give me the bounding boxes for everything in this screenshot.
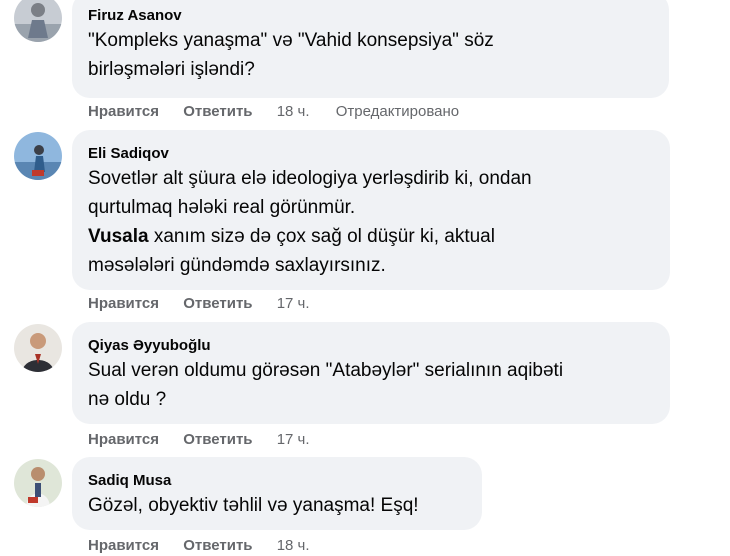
timestamp[interactable]: 17 ч. [277, 431, 310, 448]
reply-link[interactable]: Ответить [183, 537, 252, 554]
comment-actions: Нравится Ответить 17 ч. [88, 430, 332, 450]
comment-text-line: Vusala xanım sizə də çox sağ ol düşür ki… [88, 222, 652, 251]
avatar[interactable] [14, 324, 62, 372]
profile-photo-icon [14, 0, 62, 42]
author-name[interactable]: Qiyas Əyyuboğlu [88, 336, 652, 356]
comment-bubble: Eli Sadiqov Sovetlər alt şüura elə ideol… [72, 130, 670, 290]
author-name[interactable]: Sadiq Musa [88, 471, 464, 491]
comment-bubble: Qiyas Əyyuboğlu Sual verən oldumu görəsə… [72, 322, 670, 424]
timestamp[interactable]: 17 ч. [277, 295, 310, 312]
edited-label[interactable]: Отредактировано [336, 103, 459, 120]
like-link[interactable]: Нравится [88, 103, 159, 120]
avatar[interactable] [14, 459, 62, 507]
profile-photo-icon [14, 324, 62, 372]
comment-text-line: məsələləri gündəmdə saxlayırsınız. [88, 255, 386, 276]
comment-text-line: Sovetlər alt şüura elə ideologiya yerləş… [88, 168, 532, 189]
comment-actions: Нравится Ответить 18 ч. [88, 536, 332, 556]
avatar[interactable] [14, 0, 62, 42]
author-name[interactable]: Firuz Asanov [88, 6, 651, 26]
user-mention-link[interactable]: Vusala [88, 226, 149, 247]
comment-bubble: Firuz Asanov "Kompleks yanaşma" və "Vahi… [72, 0, 669, 98]
comment-text-line: Gözəl, obyektiv təhlil və yanaşma! Eşq! [88, 495, 419, 516]
reply-link[interactable]: Ответить [183, 103, 252, 120]
author-name[interactable]: Eli Sadiqov [88, 144, 652, 164]
profile-photo-icon [14, 459, 62, 507]
like-link[interactable]: Нравится [88, 537, 159, 554]
comment-text-line: birləşmələri işləndi? [88, 59, 255, 80]
comment-text-line: qurtulmaq hələki real görünmür. [88, 197, 356, 218]
reply-link[interactable]: Ответить [183, 295, 252, 312]
avatar[interactable] [14, 132, 62, 180]
like-link[interactable]: Нравится [88, 295, 159, 312]
timestamp[interactable]: 18 ч. [277, 537, 310, 554]
comment-actions: Нравится Ответить 18 ч. Отредактировано [88, 102, 459, 122]
profile-photo-icon [14, 132, 62, 180]
comment-actions: Нравится Ответить 17 ч. [88, 294, 332, 314]
like-link[interactable]: Нравится [88, 431, 159, 448]
reply-link[interactable]: Ответить [183, 431, 252, 448]
comment-text-fragment: xanım sizə də çox sağ ol düşür ki, aktua… [148, 226, 495, 247]
comment-bubble: Sadiq Musa Gözəl, obyektiv təhlil və yan… [72, 457, 482, 530]
comment-text-line: "Kompleks yanaşma" və "Vahid konsepsiya"… [88, 30, 494, 51]
comment-text-line: nə oldu ? [88, 389, 167, 410]
comment-text-line: Sual verən oldumu görəsən "Atabəylər" se… [88, 360, 564, 381]
timestamp[interactable]: 18 ч. [277, 103, 310, 120]
